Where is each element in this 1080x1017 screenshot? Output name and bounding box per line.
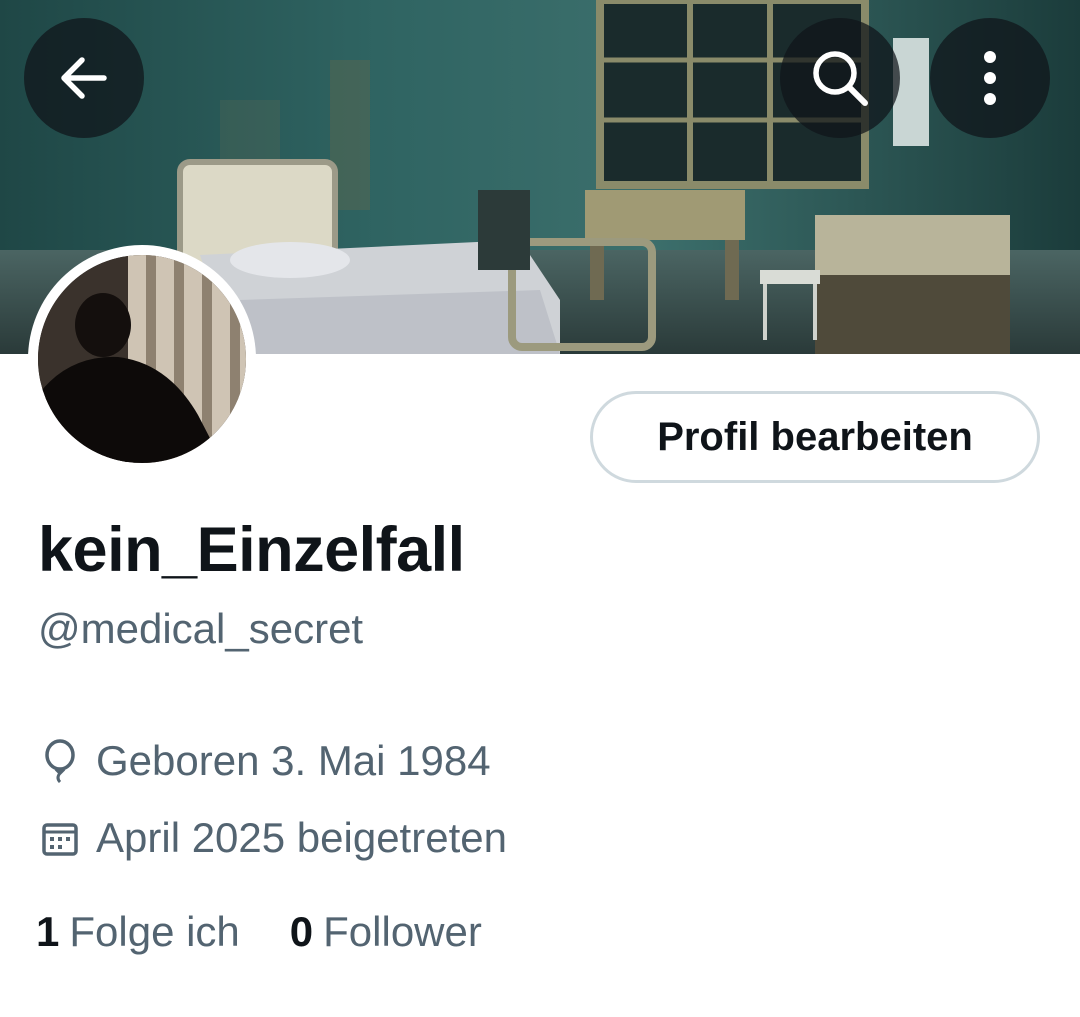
search-button[interactable]	[780, 18, 900, 138]
avatar[interactable]	[28, 245, 256, 473]
joined-row: April 2025 beigetreten	[38, 811, 507, 865]
followers-count: 0	[289, 908, 314, 955]
user-handle: @medical_secret	[38, 605, 364, 652]
edit-profile-button[interactable]: Profil bearbeiten	[590, 391, 1040, 483]
search-icon	[813, 51, 868, 106]
avatar-image	[38, 255, 246, 463]
followers-label: Follower	[323, 908, 482, 955]
more-options-button[interactable]	[930, 18, 1050, 138]
more-vertical-icon	[984, 51, 996, 105]
arrow-left-icon	[61, 57, 107, 99]
following-link[interactable]: 1 Folge ich	[36, 905, 240, 959]
follow-stats: 1 Folge ich 0 Follower	[36, 905, 482, 959]
joined-text: April 2025 beigetreten	[96, 814, 507, 861]
balloon-icon	[38, 739, 82, 783]
birthday-text: Geboren 3. Mai 1984	[96, 737, 491, 784]
display-name: kein_Einzelfall	[38, 515, 465, 585]
followers-link[interactable]: 0 Follower	[290, 905, 482, 959]
birthday-row: Geboren 3. Mai 1984	[38, 734, 491, 788]
following-label: Folge ich	[69, 908, 240, 955]
back-button[interactable]	[24, 18, 144, 138]
following-count: 1	[36, 908, 60, 955]
edit-profile-label: Profil bearbeiten	[657, 414, 973, 459]
calendar-icon	[38, 816, 82, 860]
